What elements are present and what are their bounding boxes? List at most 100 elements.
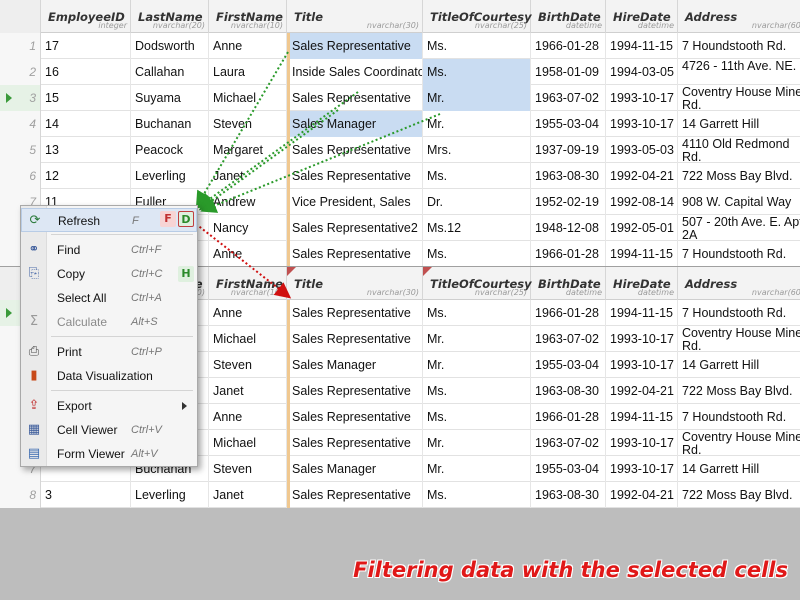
cell-lastname[interactable]: Callahan bbox=[131, 59, 209, 85]
cell-hiredate[interactable]: 1992-04-21 bbox=[606, 378, 678, 404]
menu-item-print[interactable]: ⎙ Print Ctrl+P bbox=[21, 340, 197, 364]
cell-birthdate[interactable]: 1966-01-28 bbox=[531, 300, 606, 326]
cell-firstname[interactable]: Steven bbox=[209, 111, 287, 137]
table-row[interactable]: 1 17 Dodsworth Anne Sales Representative Ms. 1… bbox=[0, 33, 800, 59]
cell-firstname[interactable]: Margaret bbox=[209, 137, 287, 163]
column-header-title[interactable]: Title nvarchar(30) bbox=[287, 267, 423, 300]
cell-birthdate[interactable]: 1955-03-04 bbox=[531, 111, 606, 137]
cell-firstname[interactable]: Anne bbox=[209, 241, 287, 266]
cell-employeeid[interactable]: 12 bbox=[41, 163, 131, 189]
column-header-birthdate[interactable]: BirthDate datetime bbox=[531, 267, 606, 300]
cell-hiredate[interactable]: 1992-08-14 bbox=[606, 189, 678, 215]
cell-employeeid[interactable]: 13 bbox=[41, 137, 131, 163]
cell-titleofcourtesy[interactable]: Ms. bbox=[423, 33, 531, 59]
cell-title[interactable]: Sales Representative2 bbox=[287, 215, 423, 241]
row-number[interactable]: 6 bbox=[0, 163, 41, 189]
cell-firstname[interactable]: Michael bbox=[209, 85, 287, 111]
cell-address[interactable]: Coventry House Miner Rd. bbox=[678, 85, 800, 112]
column-header-address[interactable]: Address nvarchar(60) bbox=[678, 0, 800, 33]
row-number[interactable]: 1 bbox=[0, 33, 41, 59]
cell-birthdate[interactable]: 1963-07-02 bbox=[531, 326, 606, 352]
cell-titleofcourtesy[interactable]: Mr. bbox=[423, 326, 531, 352]
table-row[interactable]: 6 12 Leverling Janet Sales Representative Ms.… bbox=[0, 163, 800, 189]
cell-address[interactable]: 507 - 20th Ave. E. Apt. 2A bbox=[678, 215, 800, 242]
cell-birthdate[interactable]: 1963-08-30 bbox=[531, 482, 606, 508]
cell-birthdate[interactable]: 1966-01-28 bbox=[531, 404, 606, 430]
cell-hiredate[interactable]: 1992-04-21 bbox=[606, 482, 678, 508]
table-row[interactable]: 4 14 Buchanan Steven Sales Manager Mr. 1955-03… bbox=[0, 111, 800, 137]
column-header-address[interactable]: Address nvarchar(60) bbox=[678, 267, 800, 300]
cell-titleofcourtesy[interactable]: Ms. bbox=[423, 482, 531, 508]
cell-firstname[interactable]: Anne bbox=[209, 404, 287, 430]
column-header-employeeid[interactable]: EmployeeIDinteger bbox=[41, 0, 131, 33]
cell-address[interactable]: 722 Moss Bay Blvd. bbox=[678, 378, 800, 404]
table-row[interactable]: 8 3 Leverling Janet Sales Representative Ms. 1… bbox=[0, 482, 800, 508]
row-number[interactable]: 8 bbox=[0, 482, 41, 508]
cell-firstname[interactable]: Anne bbox=[209, 300, 287, 326]
menu-item-find[interactable]: ⚭ Find Ctrl+F bbox=[21, 238, 197, 262]
cell-firstname[interactable]: Anne bbox=[209, 33, 287, 59]
cell-title[interactable]: Sales Representative bbox=[287, 482, 423, 508]
cell-birthdate[interactable]: 1955-03-04 bbox=[531, 352, 606, 378]
table-row[interactable]: 2 16 Callahan Laura Inside Sales Coordinator… bbox=[0, 59, 800, 85]
cell-titleofcourtesy[interactable]: Ms. bbox=[423, 300, 531, 326]
cell-hiredate[interactable]: 1994-11-15 bbox=[606, 300, 678, 326]
menu-item-export[interactable]: ⇪ Export bbox=[21, 394, 197, 418]
menu-item-form-viewer[interactable]: ▤ Form Viewer Alt+V bbox=[21, 442, 197, 466]
cell-titleofcourtesy[interactable]: Mr. bbox=[423, 456, 531, 482]
menu-item-cell-viewer[interactable]: ▦ Cell Viewer Ctrl+V bbox=[21, 418, 197, 442]
column-header-hiredate[interactable]: HireDate datetime bbox=[606, 267, 678, 300]
cell-firstname[interactable]: Michael bbox=[209, 326, 287, 352]
cell-hiredate[interactable]: 1993-10-17 bbox=[606, 111, 678, 137]
cell-lastname[interactable]: Dodsworth bbox=[131, 33, 209, 59]
cell-title[interactable]: Sales Representative bbox=[287, 85, 423, 111]
cell-employeeid[interactable]: 14 bbox=[41, 111, 131, 137]
cell-address[interactable]: 4110 Old Redmond Rd. bbox=[678, 137, 800, 164]
cell-address[interactable]: Coventry House Miner Rd. bbox=[678, 326, 800, 353]
cell-firstname[interactable]: Janet bbox=[209, 378, 287, 404]
column-header-title[interactable]: Title nvarchar(30) bbox=[287, 0, 423, 33]
cell-titleofcourtesy[interactable]: Ms. bbox=[423, 59, 531, 85]
column-header-hiredate[interactable]: HireDate datetime bbox=[606, 0, 678, 33]
cell-address[interactable]: 7 Houndstooth Rd. bbox=[678, 241, 800, 266]
cell-title[interactable]: Sales Representative bbox=[287, 404, 423, 430]
cell-titleofcourtesy[interactable]: Mr. bbox=[423, 85, 531, 111]
table-row[interactable]: 3 15 Suyama Michael Sales Representative Mr. 1… bbox=[0, 85, 800, 111]
menu-item-copy[interactable]: ⎘ Copy Ctrl+C bbox=[21, 262, 197, 286]
cell-title[interactable]: Sales Representative bbox=[287, 163, 423, 189]
cell-hiredate[interactable]: 1993-05-03 bbox=[606, 137, 678, 163]
menu-item-select-all[interactable]: Select All Ctrl+A bbox=[21, 286, 197, 310]
row-number[interactable]: 5 bbox=[0, 137, 41, 163]
menu-item-data-visualization[interactable]: ▮ Data Visualization bbox=[21, 364, 197, 388]
cell-address[interactable]: Coventry House Miner Rd. bbox=[678, 430, 800, 457]
cell-titleofcourtesy[interactable]: Mr. bbox=[423, 352, 531, 378]
cell-firstname[interactable]: Steven bbox=[209, 456, 287, 482]
cell-employeeid[interactable]: 17 bbox=[41, 33, 131, 59]
cell-birthdate[interactable]: 1955-03-04 bbox=[531, 456, 606, 482]
cell-firstname[interactable]: Janet bbox=[209, 482, 287, 508]
cell-hiredate[interactable]: 1994-03-05 bbox=[606, 59, 678, 85]
column-header-firstname[interactable]: FirstName nvarchar(10) bbox=[209, 0, 287, 33]
cell-address[interactable]: 722 Moss Bay Blvd. bbox=[678, 163, 800, 189]
cell-title[interactable]: Sales Manager bbox=[287, 111, 423, 137]
cell-title[interactable]: Sales Representative bbox=[287, 430, 423, 456]
cell-address[interactable]: 14 Garrett Hill bbox=[678, 111, 800, 137]
cell-birthdate[interactable]: 1937-09-19 bbox=[531, 137, 606, 163]
cell-firstname[interactable]: Laura bbox=[209, 59, 287, 85]
cell-address[interactable]: 14 Garrett Hill bbox=[678, 352, 800, 378]
cell-firstname[interactable]: Janet bbox=[209, 163, 287, 189]
cell-firstname[interactable]: Andrew bbox=[209, 189, 287, 215]
cell-lastname[interactable]: Leverling bbox=[131, 482, 209, 508]
cell-hiredate[interactable]: 1992-04-21 bbox=[606, 163, 678, 189]
cell-firstname[interactable]: Steven bbox=[209, 352, 287, 378]
grid-corner[interactable] bbox=[0, 0, 41, 33]
cell-address[interactable]: 4726 - 11th Ave. NE. bbox=[678, 59, 800, 85]
cell-title[interactable]: Inside Sales Coordinator bbox=[287, 59, 423, 85]
cell-address[interactable]: 7 Houndstooth Rd. bbox=[678, 404, 800, 430]
cell-hiredate[interactable]: 1993-10-17 bbox=[606, 352, 678, 378]
cell-hiredate[interactable]: 1993-10-17 bbox=[606, 456, 678, 482]
cell-titleofcourtesy[interactable]: Mrs. bbox=[423, 137, 531, 163]
cell-employeeid[interactable]: 16 bbox=[41, 59, 131, 85]
cell-birthdate[interactable]: 1963-08-30 bbox=[531, 378, 606, 404]
row-number[interactable]: 2 bbox=[0, 59, 41, 85]
